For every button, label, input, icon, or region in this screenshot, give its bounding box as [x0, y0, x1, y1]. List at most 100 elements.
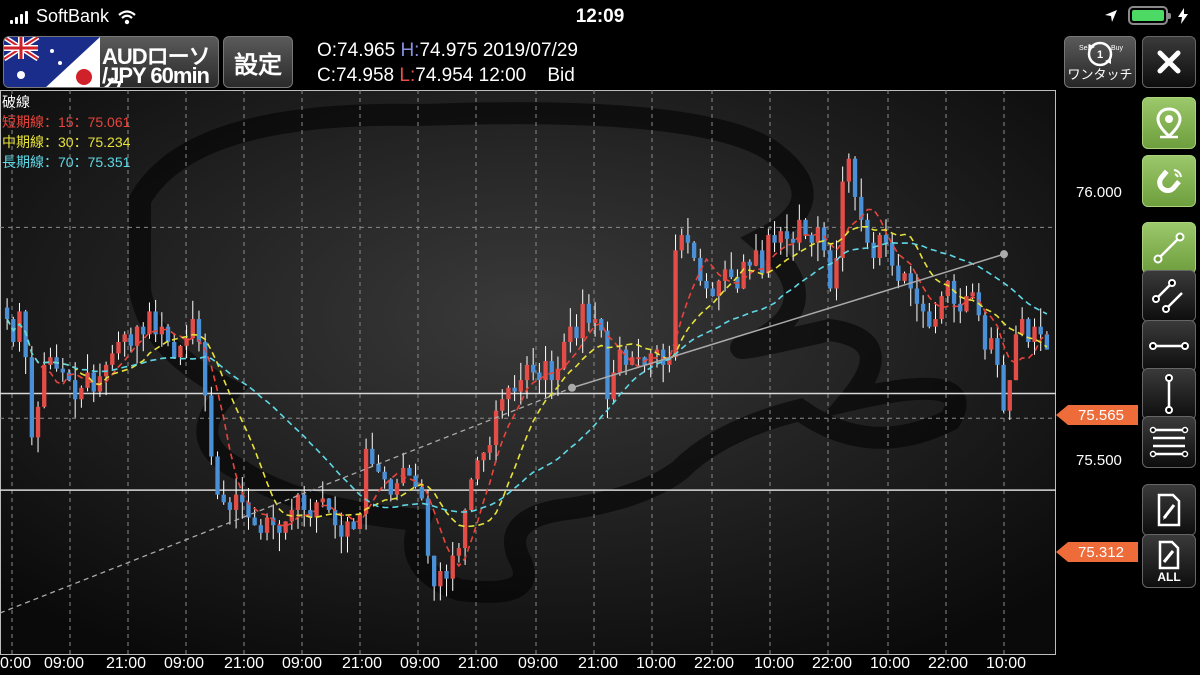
- candle-body: [370, 448, 375, 465]
- candle-body: [772, 235, 777, 243]
- y-axis-label-76000: 76.000: [1076, 184, 1122, 201]
- x-tick-label: 22:00: [694, 655, 735, 672]
- low-label: L:: [399, 65, 416, 86]
- candle-body: [79, 387, 84, 400]
- price-line-tag-1[interactable]: 75.565: [1056, 405, 1138, 425]
- status-right: [1104, 6, 1188, 25]
- candle-body: [518, 380, 523, 392]
- candle-body: [840, 181, 845, 258]
- candle-body: [277, 525, 282, 533]
- candle-body: [945, 280, 951, 297]
- candle-body: [1007, 380, 1012, 411]
- delete-drawing-icon: [1157, 493, 1181, 527]
- vertical-line-tool-button[interactable]: [1142, 368, 1196, 420]
- candle-body: [995, 338, 1000, 365]
- indicator-legend: 破線 短期線：15：75.061 中期線：30：75.234 長期線：70：75…: [2, 92, 130, 172]
- location-pin-icon: [1156, 107, 1182, 139]
- candle-body: [351, 521, 356, 530]
- ohlc-line2: C:74.958 L:74.954 12:00 Bid: [317, 63, 578, 88]
- candle-body: [196, 319, 202, 342]
- candle-body: [908, 273, 913, 289]
- candle-body: [883, 235, 889, 243]
- vertical-line-icon: [1165, 374, 1173, 414]
- candle-body: [586, 303, 592, 323]
- horizontal-line-tool-button[interactable]: [1142, 320, 1196, 372]
- candle-body: [462, 509, 468, 549]
- magnet-tool-button[interactable]: [1142, 155, 1196, 207]
- parallel-lines-icon: [1152, 279, 1183, 313]
- candle-body: [1001, 364, 1006, 411]
- candle-body: [902, 273, 907, 281]
- candle-body: [958, 303, 963, 312]
- candle-body: [679, 235, 684, 251]
- x-tick-label: 10:00: [754, 655, 795, 672]
- candle-body: [469, 479, 474, 510]
- delete-all-drawings-button[interactable]: ALL: [1142, 534, 1196, 588]
- fibonacci-tool-button[interactable]: [1142, 416, 1196, 468]
- candle-body: [685, 235, 691, 243]
- candle-body: [456, 548, 462, 556]
- pair-name-line2: /JPY 60min: [102, 63, 210, 88]
- candle-body: [332, 509, 338, 526]
- aud-jpy-flag-icon: [4, 37, 100, 87]
- candle-body: [500, 399, 505, 411]
- candle-body: [927, 311, 932, 327]
- x-tick-label: 10:00: [986, 655, 1027, 672]
- x-tick-label: 0:00: [0, 655, 32, 672]
- candle-body: [852, 158, 858, 197]
- candle-body: [920, 303, 926, 312]
- candle-body: [60, 368, 65, 373]
- candle-body: [141, 326, 146, 335]
- candle-body: [147, 311, 152, 335]
- price-line-tag-2[interactable]: 75.312: [1056, 542, 1138, 562]
- candle-body: [970, 292, 975, 297]
- legend-short-ma: 短期線：15：75.061: [2, 114, 131, 130]
- settings-button[interactable]: 設定: [223, 36, 293, 88]
- x-tick-label: 09:00: [282, 655, 323, 672]
- candle-body: [803, 219, 808, 236]
- currency-pair-button[interactable]: AUDローソク /JPY 60min: [3, 36, 219, 88]
- delete-all-label: ALL: [1157, 570, 1181, 584]
- candle-body: [1044, 334, 1050, 350]
- status-bar: SoftBank 12:09: [0, 0, 1200, 34]
- channel-tool-button[interactable]: [1142, 270, 1196, 322]
- candle-body: [264, 517, 270, 533]
- one-touch-button[interactable]: 1 Sell Buy ワンタッチ: [1064, 36, 1136, 88]
- candle-body: [531, 364, 536, 373]
- candle-body: [29, 357, 35, 438]
- delete-drawing-button[interactable]: [1142, 484, 1196, 536]
- candle-body: [116, 341, 121, 354]
- charging-icon: [1178, 7, 1188, 24]
- magnet-icon: [1157, 169, 1182, 194]
- candle-body: [66, 372, 72, 381]
- low-value: 74.954: [415, 65, 474, 86]
- candle-body: [592, 319, 598, 323]
- sell-label: Sell: [1079, 45, 1091, 52]
- candle-body: [797, 219, 802, 243]
- pin-tool-button[interactable]: [1142, 97, 1196, 149]
- candle-body: [549, 361, 554, 381]
- candle-body: [524, 364, 530, 381]
- candle-body: [506, 387, 511, 400]
- x-tick-label: 22:00: [928, 655, 969, 672]
- candle-body: [419, 487, 424, 499]
- candle-body: [691, 242, 697, 258]
- candle-body: [1032, 326, 1037, 342]
- price-chart[interactable]: [0, 90, 1056, 655]
- candle-body: [382, 471, 387, 480]
- candle-body: [790, 238, 796, 243]
- candle-body: [896, 265, 901, 281]
- candle-body: [568, 326, 573, 342]
- candle-body: [73, 380, 78, 400]
- candle-body: [704, 280, 709, 289]
- candle-body: [302, 494, 307, 510]
- candle-body: [252, 517, 257, 526]
- trendline-tool-button[interactable]: [1142, 222, 1196, 274]
- candle-body: [778, 231, 783, 243]
- high-value: 74.975: [419, 40, 478, 61]
- candle-body: [4, 307, 10, 320]
- horizontal-line-icon: [1149, 342, 1189, 350]
- candle-body: [122, 334, 127, 342]
- candle-body: [178, 345, 183, 358]
- close-button[interactable]: [1142, 36, 1196, 88]
